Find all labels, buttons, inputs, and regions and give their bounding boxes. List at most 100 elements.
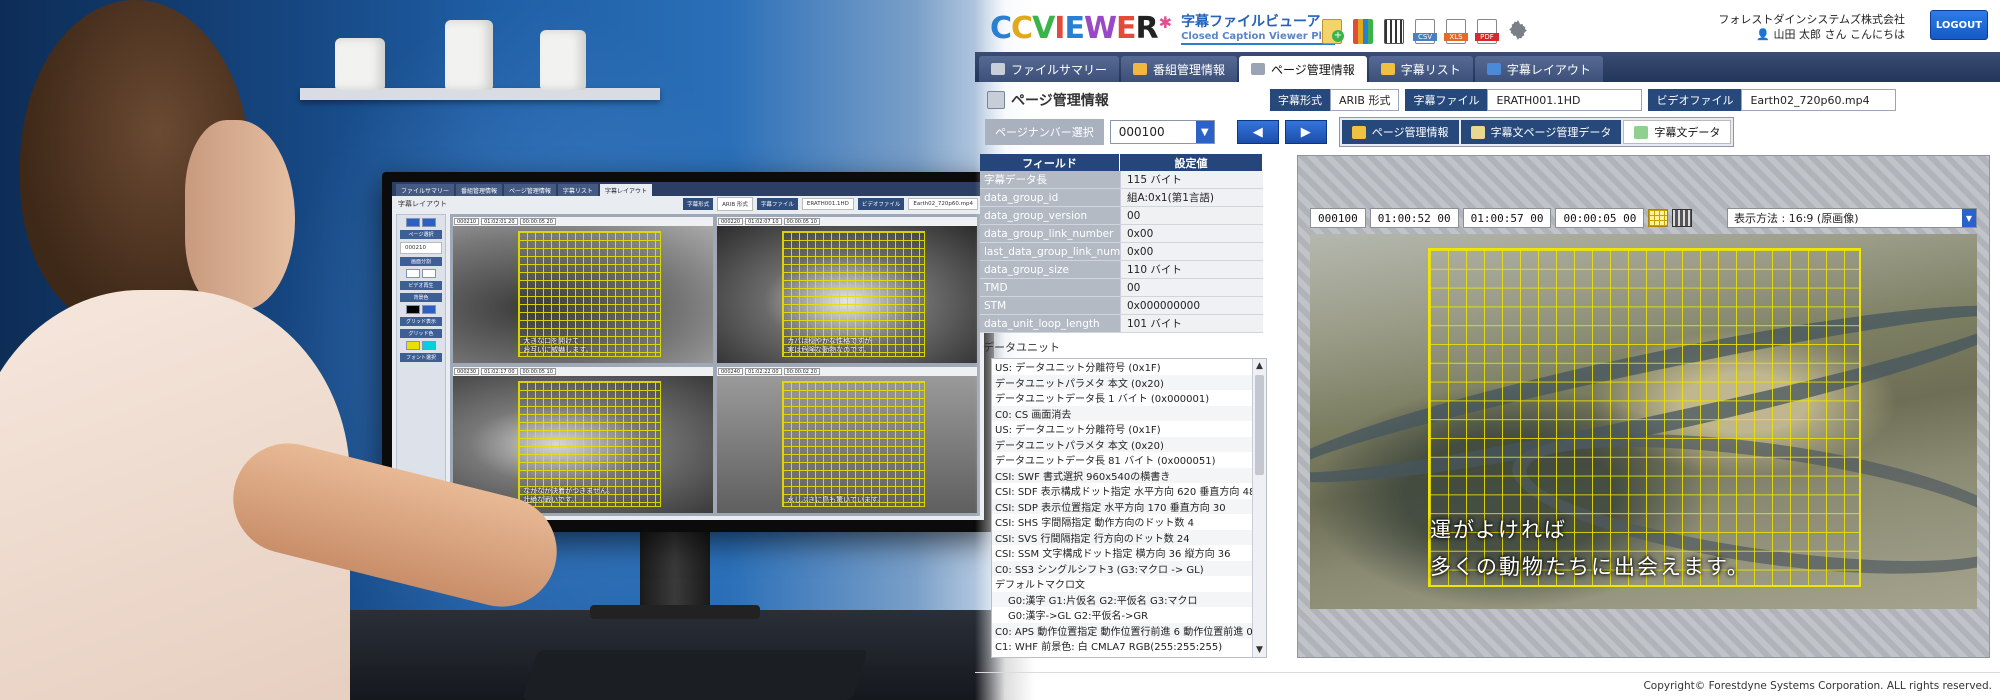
company-name: フォレストダインシステムズ株式会社 — [1718, 13, 1905, 26]
color-swatch-icon — [422, 341, 436, 350]
video-info-bar: 000100 01:00:52 00 01:00:57 00 00:00:05 … — [1310, 208, 1693, 228]
main-nav: ファイルサマリー 番組管理情報 ページ管理情報 字幕リスト 字幕レイアウト — [975, 52, 2000, 82]
logout-button[interactable]: LOGOUT — [1930, 10, 1988, 40]
csv-icon[interactable]: CSV — [1413, 16, 1437, 44]
monitor-side-label: グリッド表示 — [400, 317, 442, 326]
cell-time: 00:00:05 20 — [519, 218, 556, 225]
brand-text: 字幕ファイルビューア Closed Caption Viewer Plus — [1181, 11, 1336, 45]
tab-program-info[interactable]: 番組管理情報 — [1121, 56, 1238, 82]
grid-toggle-icon[interactable] — [1648, 209, 1669, 227]
data-unit-item[interactable]: デフォルトマクロ文 — [992, 576, 1252, 592]
monitor-titlebar: 字幕レイアウト 字幕形式 ARIB 形式 字幕ファイル ERATH001.1HD… — [392, 196, 984, 212]
data-unit-item[interactable]: データユニットデータ長 81 バイト (0x000051) — [992, 452, 1252, 468]
field-table: フィールド 設定値 字幕データ長 115 バイト data_group_id 組A:0… — [980, 154, 1263, 333]
cell-time: 000240 — [718, 368, 744, 375]
library-icon[interactable] — [1351, 16, 1375, 44]
monitor-side-label: グリッド色 — [400, 329, 442, 338]
tab-page-management[interactable]: ページ管理情報 — [1341, 120, 1459, 144]
person-face — [185, 120, 295, 310]
data-unit-item[interactable]: CSI: SWF 書式選択 960x540の横書き — [992, 467, 1252, 483]
user-info: フォレストダインシステムズ株式会社 👤 山田 太郎 さん こんにちは — [1718, 12, 1905, 42]
video-file-label: ビデオファイル — [1648, 89, 1742, 111]
monitor-format-label: 字幕形式 — [683, 198, 714, 210]
format-label: 字幕形式 — [1270, 89, 1330, 111]
field-value: 00 — [1120, 207, 1263, 224]
data-unit-list[interactable]: US: データユニット分離符号 (0x1F) データユニットパラメタ 本文 (0x… — [991, 358, 1267, 658]
page-selector-row: ページナンバー選択 000100 ▼ ◀ ▶ ページ管理情報 字幕文ページ管理デー… — [975, 116, 2000, 148]
film-icon[interactable] — [1672, 209, 1693, 227]
prev-page-button[interactable]: ◀ — [1236, 120, 1279, 144]
data-unit-item[interactable]: C0: CS 画面消去 — [992, 405, 1252, 421]
pdf-icon[interactable]: PDF — [1475, 16, 1499, 44]
data-unit-item[interactable]: US: データユニット分離符号 (0x1F) — [992, 359, 1252, 375]
cell-time: 01:02:07 10 — [745, 218, 782, 225]
monitor-next-icon — [422, 218, 436, 227]
data-unit-item[interactable]: CSI: SSM 文字構成ドット指定 横方向 36 縦方向 36 — [992, 545, 1252, 561]
tab-page-info[interactable]: ページ管理情報 — [1239, 56, 1367, 82]
brand-name-en: Closed Caption Viewer Plus — [1181, 31, 1336, 42]
data-unit-item[interactable]: CSI: SDP 表示位置指定 水平方向 170 垂直方向 30 — [992, 498, 1252, 514]
field-key: STM — [980, 297, 1120, 314]
monitor-prev-icon — [406, 218, 420, 227]
data-unit-item[interactable]: G0:漢字->GL G2:平仮名->GR — [992, 607, 1252, 623]
tab-subtitle-layout[interactable]: 字幕レイアウト — [1474, 56, 1603, 82]
data-unit-item[interactable]: C1: WHF 前景色: 白 CMLA7 RGB(255:255:255) — [992, 638, 1252, 654]
data-unit-item[interactable]: データユニットパラメタ 本文 (0x20) — [992, 374, 1252, 390]
tab-file-summary[interactable]: ファイルサマリー — [979, 56, 1120, 82]
display-mode-select[interactable]: 表示方法 : 16:9 (原画像) ▼ — [1727, 208, 1977, 228]
monitor-video-value: Earth02_720p60.mp4 — [908, 198, 978, 210]
video-end-time: 01:00:57 00 — [1462, 208, 1552, 228]
data-unit-item[interactable]: CSI: SVS 行間隔指定 行方向のドット数 24 — [992, 529, 1252, 545]
arrow-right-icon: ▶ — [1300, 124, 1311, 140]
data-unit-item[interactable]: C0: APS 動作位置指定 動作位置行前進 6 動作位置前進 0 — [992, 622, 1252, 638]
caption-text: 運がよければ 多くの動物たちに出会えます。 — [1430, 512, 1750, 586]
field-key: data_group_id — [980, 189, 1120, 206]
data-unit-item[interactable]: データユニットパラメタ 本文 (0x20) — [992, 436, 1252, 452]
field-row: STM 0x000000000 — [980, 297, 1263, 315]
chevron-up-icon[interactable]: ▲ — [1253, 359, 1266, 373]
monitor-cell: 000220 01:02:07 10 00:00:05 10 カバは穏やかな性格です… — [717, 217, 977, 363]
data-unit-item[interactable]: US: データユニット分離符号 (0x1F) — [992, 421, 1252, 437]
tab-text-data[interactable]: 字幕文データ — [1623, 120, 1732, 144]
video-file-icon[interactable] — [1382, 16, 1406, 44]
video-frame: 運がよければ 多くの動物たちに出会えます。 — [1310, 234, 1977, 609]
data-unit-item[interactable]: データユニットデータ長 1 バイト (0x000001) — [992, 390, 1252, 406]
data-unit-item[interactable]: CSI: SHS 字間隔指定 動作方向のドット数 4 — [992, 514, 1252, 530]
field-row: data_group_link_number 0x00 — [980, 225, 1263, 243]
field-key: data_unit_loop_length — [980, 315, 1120, 332]
chevron-down-icon[interactable]: ▼ — [1253, 643, 1266, 657]
add-file-icon[interactable]: + — [1320, 16, 1344, 44]
shelf-jar — [540, 30, 586, 90]
settings-icon[interactable] — [1506, 16, 1530, 44]
monitor-page-value: 000210 — [400, 242, 442, 254]
xls-icon[interactable]: XLS — [1444, 16, 1468, 44]
chevron-down-icon: ▼ — [1195, 121, 1214, 143]
scrollbar-thumb[interactable] — [1255, 375, 1264, 475]
scrollbar[interactable]: ▲ ▼ — [1252, 359, 1266, 657]
monitor-format-value: ARIB 形式 — [717, 197, 753, 211]
data-unit-item[interactable]: CSI: SDF 表示構成ドット指定 水平方向 620 垂直方向 480 — [992, 483, 1252, 499]
file-summary-icon — [991, 63, 1005, 75]
data-unit-item[interactable]: G0:漢字 G1:片仮名 G2:平仮名 G3:マクロ — [992, 591, 1252, 607]
monitor-tab-active: 字幕レイアウト — [599, 184, 652, 196]
next-page-button[interactable]: ▶ — [1284, 120, 1327, 144]
tab-subtitle-list[interactable]: 字幕リスト — [1368, 56, 1473, 82]
cell-subtitle: カバは穏やかな性格ですが 実は危険な動物なのです。 — [787, 337, 872, 354]
star-icon: ✱ — [1158, 12, 1172, 32]
monitor-side-label: 画面分割 — [400, 257, 442, 266]
subtitle-file-value: ERATH001.1HD — [1487, 89, 1643, 111]
field-value: 101 バイト — [1120, 315, 1263, 332]
video-start-time: 01:00:52 00 — [1369, 208, 1459, 228]
field-key: data_group_size — [980, 261, 1120, 278]
data-unit-item[interactable]: C0: SS3 シングルシフト3 (G3:マクロ -> GL) — [992, 560, 1252, 576]
data-unit-title: データユニット — [983, 341, 1060, 354]
tab-page-data[interactable]: 字幕文ページ管理データ — [1460, 120, 1622, 144]
page-info-icon — [1251, 63, 1266, 75]
page-data-icon — [1470, 125, 1485, 139]
cell-subtitle: なかなか決着がつきません。 壮絶な戦いです。 — [523, 487, 614, 504]
page-icon — [1351, 125, 1366, 139]
page-number-select[interactable]: 000100 ▼ — [1109, 120, 1215, 144]
monitor-tab: 番組管理情報 — [456, 184, 503, 196]
value-header: 設定値 — [1120, 154, 1263, 171]
page-info-icon — [987, 91, 1005, 109]
